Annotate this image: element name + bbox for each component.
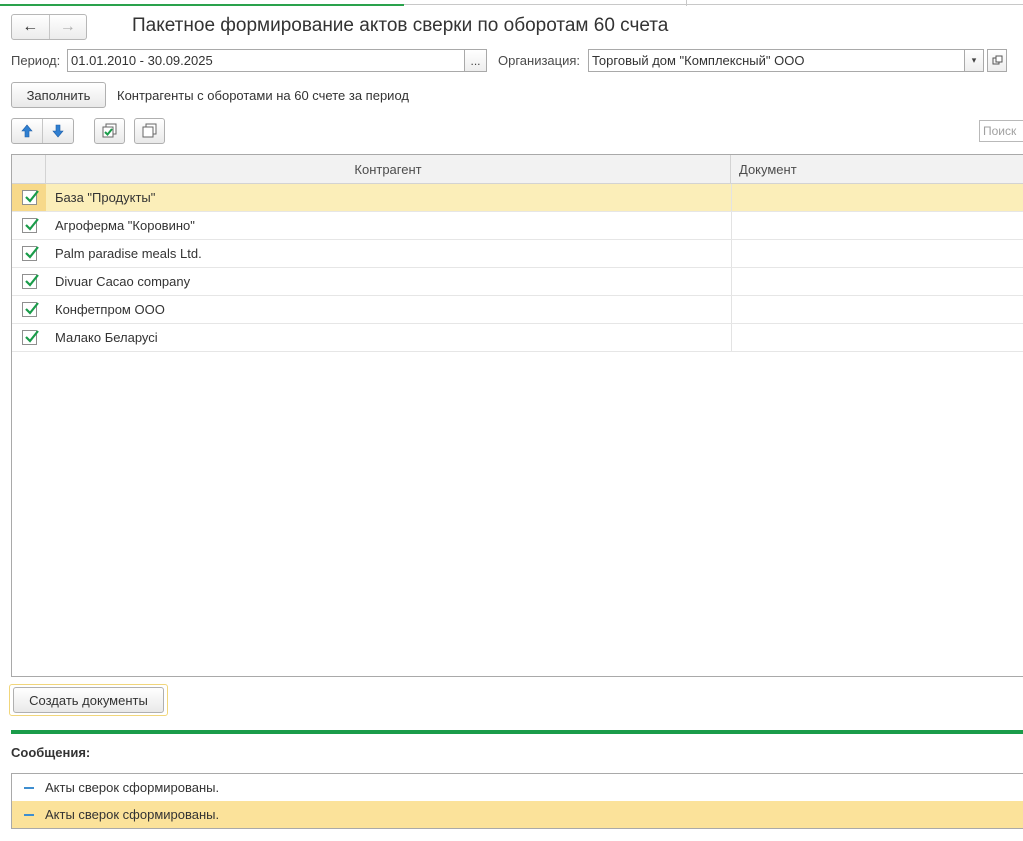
row-counterparty: Агроферма "Коровино": [55, 218, 195, 233]
row-checkbox[interactable]: [22, 246, 39, 261]
back-button[interactable]: ←: [12, 15, 49, 39]
create-button-focus-frame: Создать документы: [9, 684, 168, 716]
move-buttons-group: [11, 118, 74, 144]
messages-title: Сообщения:: [11, 745, 91, 760]
uncheck-all-button[interactable]: [134, 118, 165, 144]
row-document: [731, 240, 732, 267]
counterparties-table: Контрагент Документ База "Продукты" Агро…: [11, 154, 1023, 677]
table-row[interactable]: Агроферма "Коровино": [12, 212, 1023, 240]
row-checkbox[interactable]: [22, 302, 39, 317]
row-checkbox[interactable]: [22, 190, 39, 205]
checkmark-icon: [25, 330, 39, 343]
message-dash-icon: [24, 814, 34, 816]
row-document: [731, 212, 732, 239]
table-row[interactable]: Divuar Cacao company: [12, 268, 1023, 296]
checkmark-icon: [25, 190, 39, 203]
table-row[interactable]: Конфетпром ООО: [12, 296, 1023, 324]
checkmark-icon: [25, 274, 39, 287]
top-tab-border: [404, 4, 1023, 5]
organization-dropdown-button[interactable]: ▾: [965, 49, 984, 72]
search-input[interactable]: Поиск: [979, 120, 1023, 142]
uncheck-all-icon: [142, 123, 156, 138]
message-text: Акты сверок сформированы.: [45, 780, 220, 795]
table-row[interactable]: Palm paradise meals Ltd.: [12, 240, 1023, 268]
checkmark-icon: [25, 218, 39, 231]
top-tab-indicator: [0, 4, 404, 6]
message-text: Акты сверок сформированы.: [45, 807, 220, 822]
period-label: Период:: [11, 53, 61, 68]
row-counterparty: Малако Беларусi: [55, 330, 158, 345]
arrow-up-icon: [21, 124, 33, 138]
row-checkbox[interactable]: [22, 218, 39, 233]
messages-divider: [11, 730, 1023, 734]
row-counterparty: Palm paradise meals Ltd.: [55, 246, 202, 261]
row-document: [731, 184, 732, 211]
row-counterparty: База "Продукты": [55, 190, 156, 205]
row-checkbox[interactable]: [22, 330, 39, 345]
period-input[interactable]: 01.01.2010 - 30.09.2025: [67, 49, 465, 72]
arrow-down-icon: [52, 124, 64, 138]
organization-input[interactable]: Торговый дом "Комплексный" ООО: [588, 49, 965, 72]
open-icon: [992, 55, 1002, 65]
table-header: Контрагент Документ: [12, 155, 1023, 184]
check-all-icon: [102, 123, 116, 138]
message-item[interactable]: Акты сверок сформированы.: [12, 801, 1023, 828]
messages-list: Акты сверок сформированы. Акты сверок сф…: [11, 773, 1023, 829]
move-up-button[interactable]: [12, 119, 42, 143]
arrow-left-icon: ←: [22, 18, 39, 35]
page-title: Пакетное формирование актов сверки по об…: [132, 15, 669, 36]
check-all-button[interactable]: [94, 118, 125, 144]
organization-open-button[interactable]: [987, 49, 1007, 72]
top-tab-divider: [686, 0, 687, 6]
column-header-check[interactable]: [12, 155, 46, 184]
checkmark-icon: [25, 246, 39, 259]
move-down-button[interactable]: [43, 119, 73, 143]
row-checkbox[interactable]: [22, 274, 39, 289]
table-row[interactable]: База "Продукты": [12, 184, 1023, 212]
row-counterparty: Конфетпром ООО: [55, 302, 165, 317]
row-document: [731, 268, 732, 295]
arrow-right-icon: →: [59, 18, 76, 35]
row-counterparty: Divuar Cacao company: [55, 274, 191, 289]
forward-button[interactable]: →: [50, 15, 87, 39]
row-document: [731, 296, 732, 323]
checkmark-icon: [25, 302, 39, 315]
table-row[interactable]: Малако Беларусi: [12, 324, 1023, 352]
fill-description: Контрагенты с оборотами на 60 счете за п…: [117, 88, 409, 103]
period-select-button[interactable]: ...: [465, 49, 487, 72]
create-documents-button[interactable]: Создать документы: [13, 687, 164, 713]
organization-label: Организация:: [498, 53, 581, 68]
column-header-document[interactable]: Документ: [731, 155, 1023, 184]
message-item[interactable]: Акты сверок сформированы.: [12, 774, 1023, 801]
row-document: [731, 324, 732, 351]
chevron-down-icon: ▾: [971, 55, 977, 65]
navigation-buttons: ← →: [11, 14, 87, 40]
column-header-counterparty[interactable]: Контрагент: [46, 155, 731, 184]
fill-button[interactable]: Заполнить: [11, 82, 106, 108]
message-dash-icon: [24, 787, 34, 789]
